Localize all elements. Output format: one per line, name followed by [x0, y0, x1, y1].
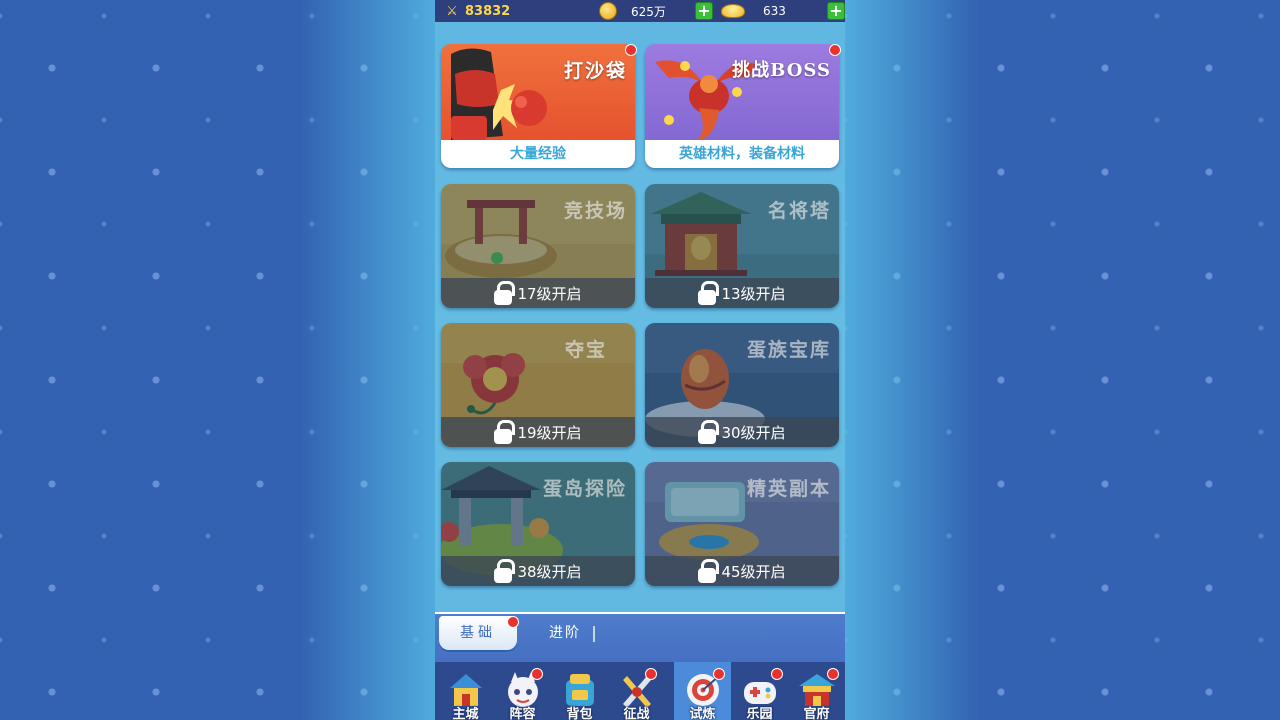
- card-title: 挑战BOSS: [732, 60, 831, 81]
- notification-badge: [507, 616, 519, 628]
- tab-advanced[interactable]: 进阶: [535, 616, 595, 650]
- notification-badge: [531, 668, 543, 680]
- unlock-level-text: 38级开启: [517, 562, 582, 581]
- notification-badge: [645, 668, 657, 680]
- card-title: 蛋族宝库: [746, 339, 831, 361]
- combat-power-value: 83832: [465, 3, 511, 19]
- background-glow-left: [300, 0, 440, 720]
- coin-icon: [599, 2, 617, 20]
- card-treasure-snatch[interactable]: 夺宝 19级开启: [441, 323, 635, 447]
- gold-ingot-icon: [721, 4, 745, 18]
- lock-icon: [698, 281, 720, 305]
- card-title: 精英副本: [746, 478, 831, 500]
- card-punching-bag[interactable]: 打沙袋 大量经验: [441, 44, 635, 168]
- tab-basic[interactable]: 基础: [439, 616, 517, 650]
- tab-divider: [593, 626, 595, 642]
- card-arena[interactable]: 竞技场 17级开启: [441, 184, 635, 308]
- combat-power: ⚔ 83832: [443, 2, 591, 20]
- card-title: 夺宝: [564, 339, 607, 361]
- notification-badge: [625, 44, 637, 56]
- nav-label: 主城: [452, 707, 479, 720]
- lock-icon: [698, 559, 720, 583]
- unlock-level-text: 45级开启: [721, 562, 786, 581]
- sword-icon: ⚔: [446, 3, 458, 19]
- nav-label: 乐园: [746, 707, 773, 720]
- coins-value: 625万: [631, 4, 666, 19]
- nav-main-city[interactable]: 主城: [437, 662, 494, 720]
- card-title: 蛋岛探险: [542, 478, 627, 500]
- unlock-level-text: 13级开启: [721, 284, 786, 303]
- lock-icon: [494, 420, 516, 444]
- card-title: 竞技场: [563, 200, 627, 222]
- card-elite-dungeon[interactable]: 精英副本 45级开启: [645, 462, 839, 586]
- bottom-navigation: 主城 阵容 背包 征战 试炼 乐园 官府: [435, 662, 845, 720]
- nav-label: 试炼: [689, 707, 716, 720]
- notification-badge: [771, 668, 783, 680]
- nav-label: 阵容: [509, 707, 536, 720]
- coins: 625万 +: [595, 2, 713, 20]
- unlock-level-text: 17级开启: [517, 284, 582, 303]
- unlock-requirement: 19级开启: [441, 417, 635, 447]
- card-subtitle: 大量经验: [441, 140, 635, 168]
- background-glow-right: [840, 0, 980, 720]
- gold-ingots: 633 +: [721, 2, 845, 20]
- nav-label: 征战: [623, 707, 650, 720]
- nav-label: 背包: [566, 707, 593, 720]
- nav-label: 官府: [803, 707, 830, 720]
- lock-icon: [494, 559, 516, 583]
- notification-badge: [713, 668, 725, 680]
- card-egg-island-adventure[interactable]: 蛋岛探险 38级开启: [441, 462, 635, 586]
- gold-value: 633: [763, 4, 786, 18]
- unlock-requirement: 38级开启: [441, 556, 635, 586]
- card-title: 名将塔: [767, 200, 831, 222]
- add-gold-button[interactable]: +: [827, 2, 845, 20]
- currency-bar: ⚔ 83832 625万 + 633 +: [435, 0, 845, 22]
- unlock-level-text: 19级开启: [517, 423, 582, 442]
- card-egg-vault[interactable]: 蛋族宝库 30级开启: [645, 323, 839, 447]
- lock-icon: [698, 420, 720, 444]
- notification-badge: [827, 668, 839, 680]
- card-challenge-boss[interactable]: 挑战BOSS 英雄材料，装备材料: [645, 44, 839, 168]
- unlock-requirement: 17级开启: [441, 278, 635, 308]
- unlock-requirement: 45级开启: [645, 556, 839, 586]
- card-title: 打沙袋: [563, 60, 627, 82]
- category-tabs: 基础 进阶: [435, 612, 845, 662]
- lock-icon: [494, 281, 516, 305]
- unlock-requirement: 13级开启: [645, 278, 839, 308]
- game-screen: ⚔ 83832 625万 + 633 + 打沙袋 大量经验 挑战BOSS 英雄材…: [435, 0, 845, 720]
- card-hero-tower[interactable]: 名将塔 13级开启: [645, 184, 839, 308]
- add-coins-button[interactable]: +: [695, 2, 713, 20]
- notification-badge: [829, 44, 841, 56]
- card-subtitle: 英雄材料，装备材料: [645, 140, 839, 168]
- unlock-level-text: 30级开启: [721, 423, 786, 442]
- unlock-requirement: 30级开启: [645, 417, 839, 447]
- nav-backpack[interactable]: 背包: [551, 662, 608, 720]
